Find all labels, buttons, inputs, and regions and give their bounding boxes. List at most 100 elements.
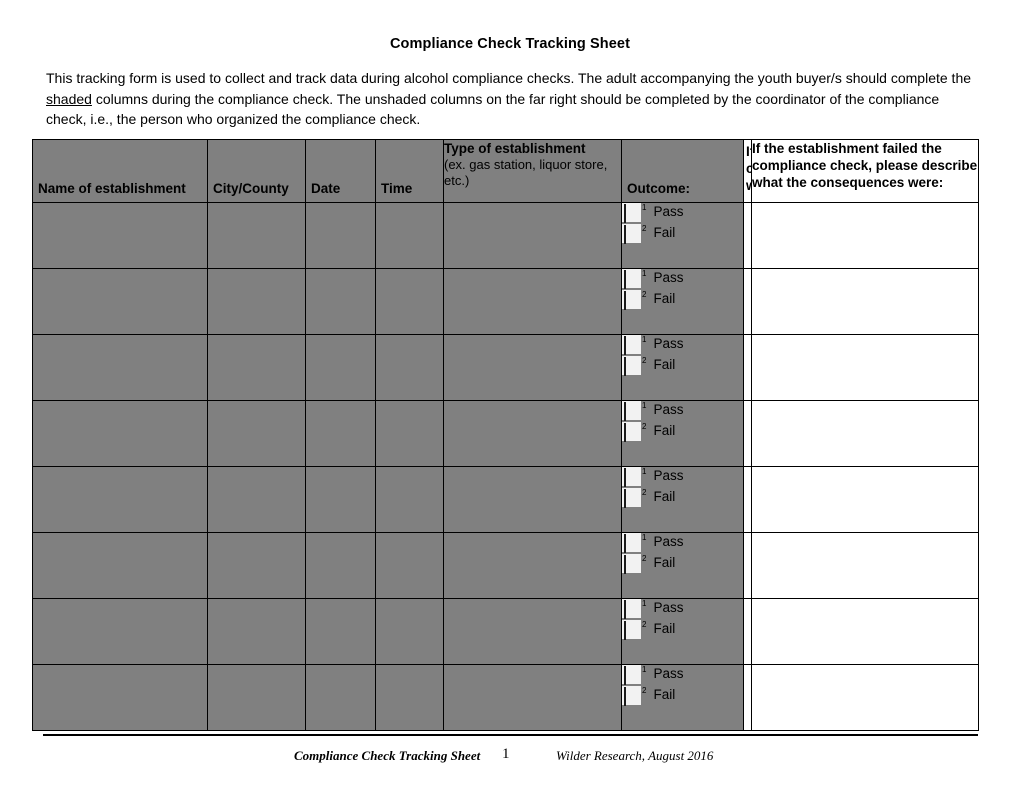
cell-date[interactable] bbox=[305, 268, 376, 335]
cell-consequences[interactable] bbox=[751, 532, 979, 599]
outcome-option[interactable]: 2 Fail bbox=[622, 554, 743, 575]
checkbox-fail[interactable] bbox=[622, 356, 641, 376]
cell-narrow-spacer bbox=[743, 532, 752, 599]
outcome-option-number: 2 bbox=[642, 290, 647, 299]
outcome-option[interactable]: 2 Fail bbox=[622, 488, 743, 509]
cell-city-county[interactable] bbox=[207, 268, 306, 335]
outcome-option[interactable]: 1 Pass bbox=[622, 533, 743, 554]
cell-city-county[interactable] bbox=[207, 202, 306, 269]
cell-date[interactable] bbox=[305, 598, 376, 665]
checkbox-pass[interactable] bbox=[622, 203, 641, 223]
outcome-option[interactable]: 2 Fail bbox=[622, 422, 743, 443]
cell-consequences[interactable] bbox=[751, 334, 979, 401]
outcome-option[interactable]: 2 Fail bbox=[622, 224, 743, 245]
outcome-option[interactable]: 2 Fail bbox=[622, 290, 743, 311]
cell-type[interactable] bbox=[443, 532, 622, 599]
cell-time[interactable] bbox=[375, 466, 444, 533]
outcome-option[interactable]: 2 Fail bbox=[622, 686, 743, 707]
consequences-failed-emphasis: failed bbox=[882, 141, 922, 156]
checkbox-pass[interactable] bbox=[622, 401, 641, 421]
outcome-option[interactable]: 2 Fail bbox=[622, 620, 743, 641]
cell-name[interactable] bbox=[32, 400, 208, 467]
table-row: 1 Pass 2 Fail bbox=[32, 466, 979, 533]
cell-name[interactable] bbox=[32, 202, 208, 269]
cell-date[interactable] bbox=[305, 664, 376, 731]
cell-city-county[interactable] bbox=[207, 598, 306, 665]
footer-organization: Wilder Research, August 2016 bbox=[556, 748, 714, 763]
cell-type[interactable] bbox=[443, 202, 622, 269]
outcome-option-number: 1 bbox=[642, 401, 647, 410]
outcome-option[interactable]: 1 Pass bbox=[622, 203, 743, 224]
cell-city-county[interactable] bbox=[207, 664, 306, 731]
cell-city-county[interactable] bbox=[207, 334, 306, 401]
cell-consequences[interactable] bbox=[751, 202, 979, 269]
footer-page-number: 1 bbox=[502, 746, 510, 762]
cell-type[interactable] bbox=[443, 598, 622, 665]
cell-consequences[interactable] bbox=[751, 664, 979, 731]
cell-type[interactable] bbox=[443, 400, 622, 467]
checkbox-box-icon bbox=[624, 291, 626, 310]
outcome-option-number: 2 bbox=[642, 356, 647, 365]
checkbox-fail[interactable] bbox=[622, 620, 641, 640]
checkbox-box-icon bbox=[624, 357, 626, 376]
cell-time[interactable] bbox=[375, 664, 444, 731]
outcome-option-label: Fail bbox=[653, 291, 676, 306]
cell-consequences[interactable] bbox=[751, 466, 979, 533]
checkbox-pass[interactable] bbox=[622, 665, 641, 685]
cell-date[interactable] bbox=[305, 334, 376, 401]
outcome-option-label: Pass bbox=[653, 666, 684, 681]
cell-type[interactable] bbox=[443, 664, 622, 731]
cell-type[interactable] bbox=[443, 268, 622, 335]
cell-city-county[interactable] bbox=[207, 400, 306, 467]
outcome-option[interactable]: 1 Pass bbox=[622, 335, 743, 356]
cell-name[interactable] bbox=[32, 334, 208, 401]
outcome-option[interactable]: 1 Pass bbox=[622, 467, 743, 488]
outcome-option[interactable]: 1 Pass bbox=[622, 401, 743, 422]
checkbox-pass[interactable] bbox=[622, 467, 641, 487]
cell-city-county[interactable] bbox=[207, 466, 306, 533]
checkbox-fail[interactable] bbox=[622, 686, 641, 706]
page-title: Compliance Check Tracking Sheet bbox=[389, 36, 630, 52]
cell-time[interactable] bbox=[375, 334, 444, 401]
outcome-option-number: 2 bbox=[642, 620, 647, 629]
cell-type[interactable] bbox=[443, 334, 622, 401]
cell-name[interactable] bbox=[32, 532, 208, 599]
cell-time[interactable] bbox=[375, 532, 444, 599]
cell-consequences[interactable] bbox=[751, 400, 979, 467]
header-hint-type: (ex. gas station, liquor store, etc.) bbox=[444, 157, 608, 188]
cell-time[interactable] bbox=[375, 268, 444, 335]
table-row: 1 Pass 2 Fail bbox=[32, 598, 979, 665]
cell-city-county[interactable] bbox=[207, 532, 306, 599]
outcome-option[interactable]: 1 Pass bbox=[622, 599, 743, 620]
checkbox-pass[interactable] bbox=[622, 269, 641, 289]
checkbox-fail[interactable] bbox=[622, 422, 641, 442]
checkbox-fail[interactable] bbox=[622, 488, 641, 508]
cell-name[interactable] bbox=[32, 466, 208, 533]
checkbox-pass[interactable] bbox=[622, 599, 641, 619]
checkbox-fail[interactable] bbox=[622, 224, 641, 244]
checkbox-pass[interactable] bbox=[622, 533, 641, 553]
cell-time[interactable] bbox=[375, 202, 444, 269]
outcome-option[interactable]: 2 Fail bbox=[622, 356, 743, 377]
cell-date[interactable] bbox=[305, 400, 376, 467]
cell-consequences[interactable] bbox=[751, 598, 979, 665]
header-cell-consequences: If the establishment failed the complian… bbox=[751, 139, 979, 203]
cell-consequences[interactable] bbox=[751, 268, 979, 335]
cell-date[interactable] bbox=[305, 466, 376, 533]
cell-date[interactable] bbox=[305, 532, 376, 599]
footer-divider bbox=[43, 734, 978, 736]
checkbox-fail[interactable] bbox=[622, 554, 641, 574]
compliance-tracking-table: Name of establishment City/County Date T… bbox=[32, 139, 979, 731]
cell-time[interactable] bbox=[375, 400, 444, 467]
outcome-option[interactable]: 1 Pass bbox=[622, 269, 743, 290]
cell-name[interactable] bbox=[32, 598, 208, 665]
cell-name[interactable] bbox=[32, 664, 208, 731]
checkbox-pass[interactable] bbox=[622, 335, 641, 355]
cell-narrow-spacer bbox=[743, 664, 752, 731]
outcome-option[interactable]: 1 Pass bbox=[622, 665, 743, 686]
cell-type[interactable] bbox=[443, 466, 622, 533]
cell-time[interactable] bbox=[375, 598, 444, 665]
cell-name[interactable] bbox=[32, 268, 208, 335]
checkbox-fail[interactable] bbox=[622, 290, 641, 310]
cell-date[interactable] bbox=[305, 202, 376, 269]
